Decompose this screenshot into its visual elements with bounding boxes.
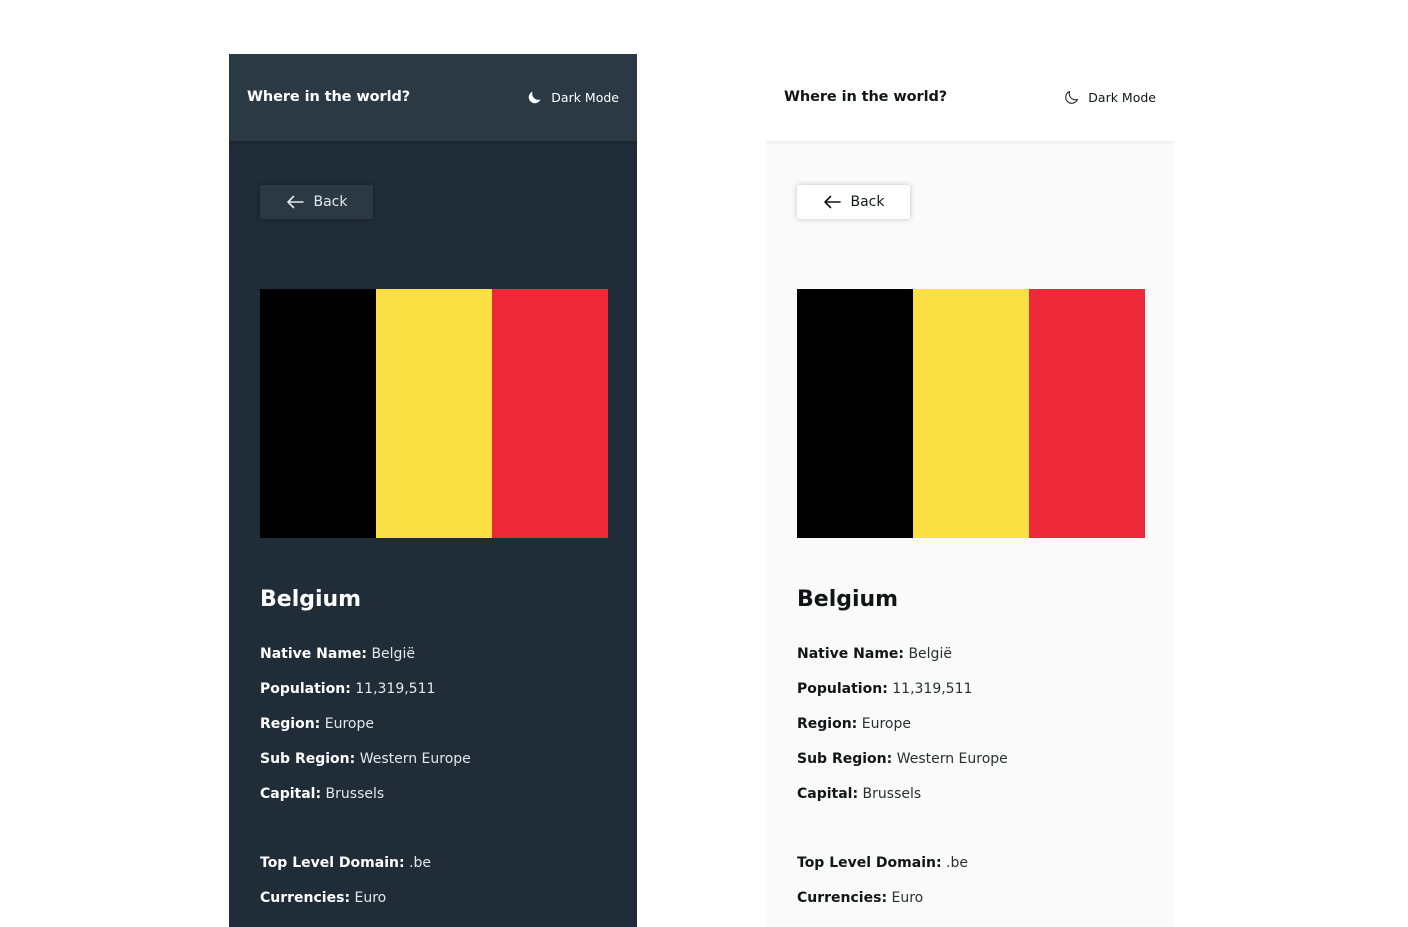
country-name: Belgium — [797, 587, 899, 612]
capital-row: Capital: Brussels — [260, 785, 384, 803]
detail-label: Currencies: — [260, 890, 351, 906]
detail-label: Region: — [797, 716, 858, 732]
currencies-row: Currencies: Euro — [797, 889, 923, 907]
region-row: Region: Europe — [260, 715, 374, 733]
arrow-left-icon — [823, 195, 841, 209]
detail-label: Capital: — [797, 786, 859, 802]
detail-label: Population: — [797, 681, 888, 697]
app-header: Where in the world? Dark Mode — [229, 54, 637, 141]
detail-value: België — [371, 646, 415, 662]
top-level-domain-row: Top Level Domain: .be — [260, 854, 431, 872]
flag-stripe-black — [260, 289, 376, 538]
detail-value: Western Europe — [896, 751, 1008, 767]
arrow-left-icon — [286, 195, 304, 209]
back-button-label: Back — [313, 194, 348, 210]
detail-label: Sub Region: — [260, 751, 356, 767]
country-name: Belgium — [260, 587, 362, 612]
detail-value: Euro — [354, 890, 387, 906]
detail-label: Top Level Domain: — [797, 855, 942, 871]
light-theme-screen: Where in the world? Dark Mode Back Belgi… — [766, 54, 1174, 927]
detail-value: Euro — [891, 890, 924, 906]
detail-value: Europe — [324, 716, 374, 732]
back-button-label: Back — [850, 194, 885, 210]
detail-label: Top Level Domain: — [260, 855, 405, 871]
detail-value: Brussels — [325, 786, 385, 802]
detail-label: Sub Region: — [797, 751, 893, 767]
back-button[interactable]: Back — [260, 185, 373, 219]
flag-stripe-yellow — [913, 289, 1029, 538]
detail-value: Brussels — [862, 786, 922, 802]
moon-icon — [1065, 90, 1079, 104]
native-name-row: Native Name: België — [260, 645, 415, 663]
detail-value: Europe — [861, 716, 911, 732]
flag-stripe-red — [1029, 289, 1145, 538]
moon-icon — [529, 91, 541, 104]
detail-value: .be — [409, 855, 431, 871]
population-row: Population: 11,319,511 — [260, 680, 435, 698]
detail-value: .be — [946, 855, 968, 871]
detail-label: Population: — [260, 681, 351, 697]
dark-mode-toggle[interactable]: Dark Mode — [1063, 89, 1156, 106]
capital-row: Capital: Brussels — [797, 785, 921, 803]
sub-region-row: Sub Region: Western Europe — [260, 750, 471, 768]
detail-value: België — [908, 646, 952, 662]
detail-label: Region: — [260, 716, 321, 732]
dark-mode-label: Dark Mode — [551, 90, 619, 105]
native-name-row: Native Name: België — [797, 645, 952, 663]
region-row: Region: Europe — [797, 715, 911, 733]
currencies-row: Currencies: Euro — [260, 889, 386, 907]
flag-stripe-yellow — [376, 289, 492, 538]
app-header: Where in the world? Dark Mode — [766, 54, 1174, 141]
flag-stripe-black — [797, 289, 913, 538]
app-title: Where in the world? — [784, 89, 948, 105]
country-flag — [797, 289, 1145, 538]
detail-label: Native Name: — [260, 646, 367, 662]
detail-value: 11,319,511 — [355, 681, 436, 697]
detail-label: Currencies: — [797, 890, 888, 906]
detail-value: 11,319,511 — [892, 681, 973, 697]
flag-stripe-red — [492, 289, 608, 538]
dark-theme-screen: Where in the world? Dark Mode Back Belgi… — [229, 54, 637, 927]
back-button[interactable]: Back — [797, 185, 910, 219]
dark-mode-toggle[interactable]: Dark Mode — [526, 89, 619, 106]
population-row: Population: 11,319,511 — [797, 680, 972, 698]
detail-label: Native Name: — [797, 646, 904, 662]
app-title: Where in the world? — [247, 89, 411, 105]
dark-mode-label: Dark Mode — [1088, 90, 1156, 105]
country-flag — [260, 289, 608, 538]
detail-value: Western Europe — [359, 751, 471, 767]
detail-label: Capital: — [260, 786, 322, 802]
top-level-domain-row: Top Level Domain: .be — [797, 854, 968, 872]
sub-region-row: Sub Region: Western Europe — [797, 750, 1008, 768]
